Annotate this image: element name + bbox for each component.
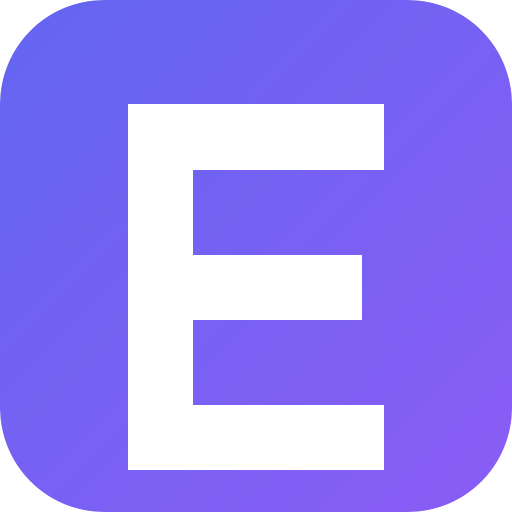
letter-e-glyph — [128, 104, 384, 470]
app-icon: E — [0, 0, 512, 512]
app-icon-graphic — [0, 0, 512, 512]
